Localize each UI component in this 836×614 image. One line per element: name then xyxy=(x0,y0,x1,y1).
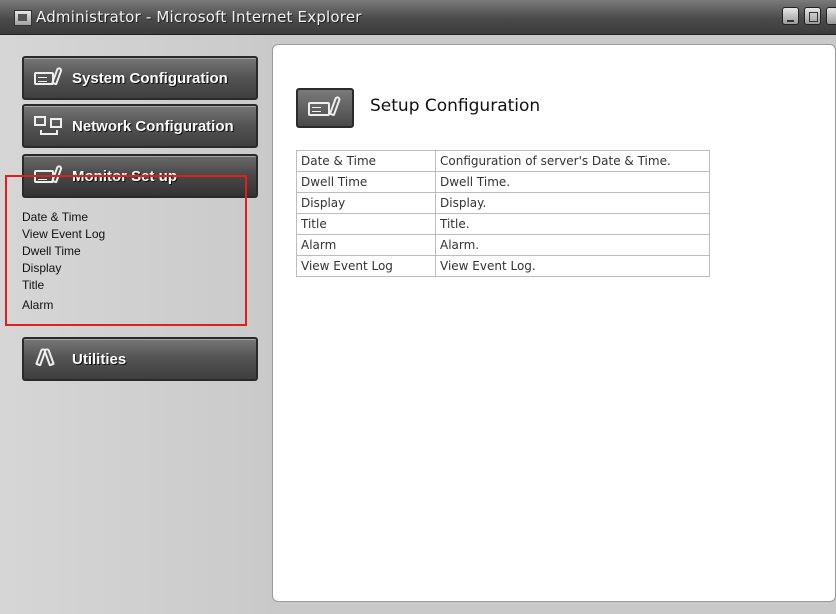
system-configuration-label: System Configuration xyxy=(72,69,228,87)
page-title: Setup Configuration xyxy=(370,96,541,116)
row-description: Alarm. xyxy=(435,234,710,256)
table-row: Alarm Alarm. xyxy=(296,234,710,256)
network-configuration-label: Network Configuration xyxy=(72,117,234,135)
row-name[interactable]: Dwell Time xyxy=(296,171,436,193)
row-name[interactable]: View Event Log xyxy=(296,255,436,277)
setup-configuration-icon xyxy=(296,88,354,128)
minimize-button[interactable] xyxy=(782,7,799,25)
configuration-table: Date & Time Configuration of server's Da… xyxy=(296,150,710,277)
network-configuration-button[interactable]: Network Configuration xyxy=(22,104,258,148)
table-row: Title Title. xyxy=(296,213,710,235)
table-row: View Event Log View Event Log. xyxy=(296,255,710,277)
content-panel xyxy=(272,44,836,602)
row-description: Dwell Time. xyxy=(435,171,710,193)
row-description: View Event Log. xyxy=(435,255,710,277)
close-button[interactable] xyxy=(826,7,836,25)
minimize-icon xyxy=(787,12,794,22)
table-row: Date & Time Configuration of server's Da… xyxy=(296,150,710,172)
window-title: Administrator - Microsoft Internet Explo… xyxy=(36,8,362,26)
highlight-box xyxy=(5,175,247,326)
ie-window-icon xyxy=(14,10,32,26)
utilities-button[interactable]: Utilities xyxy=(22,337,258,381)
title-bar: Administrator - Microsoft Internet Explo… xyxy=(0,0,836,35)
row-description: Title. xyxy=(435,213,710,235)
table-row: Display Display. xyxy=(296,192,710,214)
row-name[interactable]: Title xyxy=(296,213,436,235)
row-name[interactable]: Display xyxy=(296,192,436,214)
row-description: Configuration of server's Date & Time. xyxy=(435,150,710,172)
system-configuration-button[interactable]: System Configuration xyxy=(22,56,258,100)
device-wrench-icon xyxy=(32,66,66,89)
maximize-button[interactable] xyxy=(804,7,821,25)
utilities-label: Utilities xyxy=(72,350,127,368)
tools-icon xyxy=(32,347,66,370)
row-name[interactable]: Date & Time xyxy=(296,150,436,172)
maximize-icon xyxy=(809,12,818,22)
row-description: Display. xyxy=(435,192,710,214)
table-row: Dwell Time Dwell Time. xyxy=(296,171,710,193)
row-name[interactable]: Alarm xyxy=(296,234,436,256)
network-computers-icon xyxy=(32,115,66,137)
